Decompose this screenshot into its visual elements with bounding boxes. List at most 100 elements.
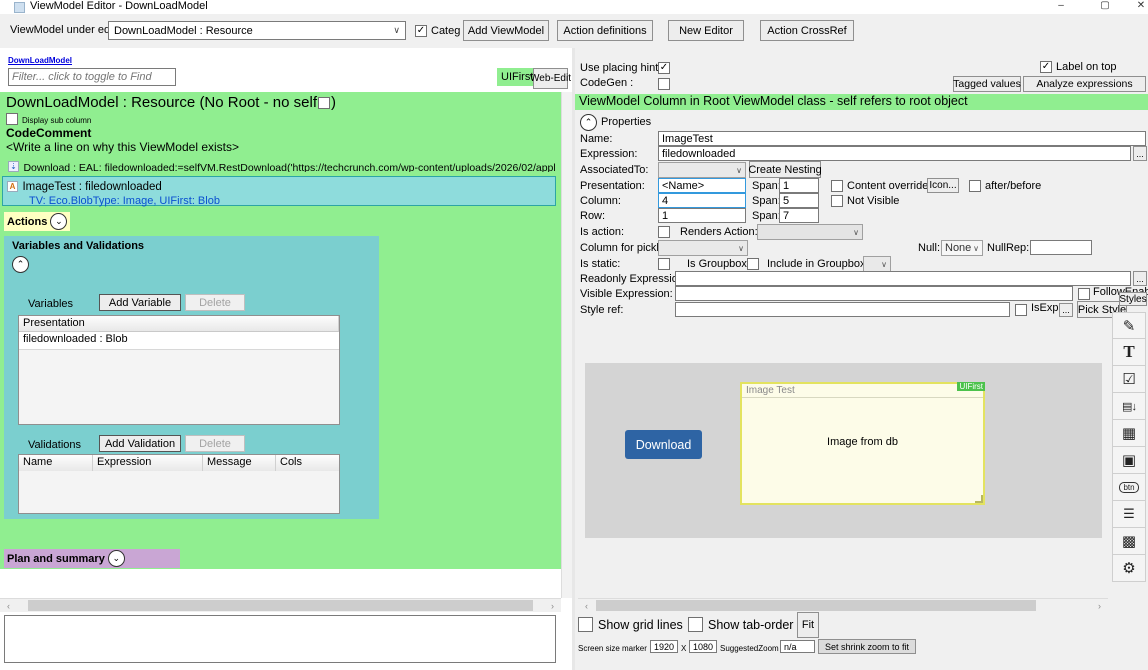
not-visible-checkbox[interactable] bbox=[831, 195, 843, 207]
use-placing-hints-checkbox[interactable] bbox=[658, 62, 670, 74]
dropdown-icon[interactable]: ▤↓ bbox=[1112, 393, 1146, 420]
is-static-checkbox[interactable] bbox=[658, 258, 670, 270]
download-button-preview[interactable]: Download bbox=[625, 430, 702, 459]
readonly-ellipsis-button[interactable]: ... bbox=[1133, 271, 1147, 286]
expression-ellipsis-button[interactable]: ... bbox=[1133, 146, 1147, 161]
include-in-groupbox-combo[interactable]: ∨ bbox=[863, 256, 891, 272]
button-icon[interactable]: btn bbox=[1112, 474, 1146, 501]
style-ellipsis-button[interactable]: ... bbox=[1059, 303, 1073, 317]
plan-collapse-icon[interactable]: ⌄ bbox=[108, 550, 125, 567]
chevron-down-icon: ∨ bbox=[853, 228, 859, 237]
row-input[interactable] bbox=[658, 208, 746, 223]
expression-input[interactable] bbox=[658, 146, 1131, 161]
create-nesting-button[interactable]: Create Nesting bbox=[749, 161, 821, 178]
delete-validation-button[interactable]: Delete bbox=[185, 435, 245, 452]
set-shrink-zoom-button[interactable]: Set shrink zoom to fit bbox=[818, 639, 916, 654]
cube-icon[interactable]: ▩ bbox=[1112, 528, 1146, 555]
variables-list-header[interactable]: Presentation bbox=[19, 316, 339, 332]
actions-bar[interactable]: Actions ⌄ bbox=[4, 212, 70, 231]
is-groupbox-checkbox[interactable] bbox=[747, 258, 759, 270]
scroll-right-icon[interactable]: › bbox=[1093, 599, 1106, 612]
plan-summary-bar[interactable]: Plan and summary ⌄ bbox=[4, 549, 180, 568]
minimize-button[interactable]: – bbox=[1046, 0, 1076, 11]
list-icon[interactable]: ☰ bbox=[1112, 501, 1146, 528]
scroll-left-icon[interactable]: ‹ bbox=[580, 599, 593, 612]
renders-action-combo[interactable]: ∨ bbox=[757, 224, 863, 240]
validations-col-expression[interactable]: Expression bbox=[93, 455, 203, 471]
display-sub-column-checkbox[interactable] bbox=[6, 113, 18, 125]
delete-variable-button[interactable]: Delete bbox=[185, 294, 245, 311]
associatedto-combo[interactable]: ∨ bbox=[658, 162, 746, 178]
categ-checkbox[interactable] bbox=[415, 25, 427, 37]
column-for-picklist-combo[interactable]: ∨ bbox=[658, 240, 748, 256]
close-button[interactable]: ✕ bbox=[1126, 0, 1148, 11]
left-horizontal-scrollbar[interactable]: ‹ › bbox=[0, 598, 561, 612]
validations-col-cols[interactable]: Cols bbox=[276, 455, 339, 471]
webedit-button[interactable]: Web-Edit bbox=[533, 68, 568, 89]
viewmodel-combo[interactable]: DownLoadModel : Resource ∨ bbox=[108, 21, 406, 40]
tree-row-download[interactable]: ⇣ Download : EAL: filedownloaded:=selfVM… bbox=[8, 158, 556, 172]
screen-width-input[interactable] bbox=[650, 640, 678, 653]
followenable-checkbox[interactable] bbox=[1078, 288, 1090, 300]
action-crossref-button[interactable]: Action CrossRef bbox=[760, 20, 854, 41]
checkbox-icon[interactable]: ☑ bbox=[1112, 366, 1146, 393]
add-variable-button[interactable]: Add Variable bbox=[99, 294, 181, 311]
suggested-zoom-input[interactable] bbox=[780, 640, 815, 653]
variables-list[interactable]: Presentation filedownloaded : Blob bbox=[18, 315, 340, 425]
fit-button[interactable]: Fit bbox=[797, 612, 819, 638]
left-vertical-scrollbar[interactable] bbox=[561, 92, 572, 598]
null-combo[interactable]: None∨ bbox=[941, 240, 983, 256]
tree-row-imagetest[interactable]: A ImageTest : filedownloaded TV: Eco.Blo… bbox=[2, 176, 556, 206]
model-link[interactable]: DownLoadModel bbox=[8, 56, 72, 65]
new-editor-button[interactable]: New Editor bbox=[668, 20, 744, 41]
edit-icon[interactable]: ✎ bbox=[1112, 312, 1146, 339]
visible-expression-input[interactable] bbox=[675, 286, 1073, 301]
window-settings-icon[interactable]: ⚙ bbox=[1112, 555, 1146, 582]
validations-table[interactable]: Name Expression Message Cols bbox=[18, 454, 340, 514]
nullrep-input[interactable] bbox=[1030, 240, 1092, 255]
image-icon[interactable]: ▣ bbox=[1112, 447, 1146, 474]
column-span-input[interactable] bbox=[779, 193, 819, 208]
actions-collapse-icon[interactable]: ⌄ bbox=[50, 213, 67, 230]
text-icon[interactable]: T bbox=[1112, 339, 1146, 366]
presentation-input[interactable] bbox=[658, 178, 746, 193]
screen-height-input[interactable] bbox=[689, 640, 717, 653]
varval-collapse-icon[interactable]: ⌃ bbox=[12, 256, 29, 273]
tagged-values-button[interactable]: Tagged values bbox=[953, 76, 1021, 92]
codecomment-hint[interactable]: <Write a line on why this ViewModel exis… bbox=[6, 140, 239, 154]
icon-button[interactable]: Icon... bbox=[927, 178, 959, 193]
is-action-checkbox[interactable] bbox=[658, 226, 670, 238]
column-input[interactable] bbox=[658, 193, 746, 208]
filter-input[interactable] bbox=[8, 68, 176, 86]
scroll-left-icon[interactable]: ‹ bbox=[2, 599, 15, 612]
scroll-right-icon[interactable]: › bbox=[546, 599, 559, 612]
validations-col-name[interactable]: Name bbox=[19, 455, 93, 471]
action-definitions-button[interactable]: Action definitions bbox=[557, 20, 653, 41]
style-ref-input[interactable] bbox=[675, 302, 1010, 317]
maximize-button[interactable]: ▢ bbox=[1090, 0, 1120, 11]
row-span-input[interactable] bbox=[779, 208, 819, 223]
no-self-checkbox[interactable] bbox=[318, 97, 330, 109]
analyze-expressions-button[interactable]: Analyze expressions bbox=[1023, 76, 1146, 92]
add-viewmodel-button[interactable]: Add ViewModel bbox=[463, 20, 549, 41]
isexp-checkbox[interactable] bbox=[1015, 304, 1027, 316]
codegen-checkbox[interactable] bbox=[658, 78, 670, 90]
label-on-top-checkbox[interactable] bbox=[1040, 61, 1052, 73]
variables-list-row[interactable]: filedownloaded : Blob bbox=[19, 332, 339, 350]
show-grid-lines-checkbox[interactable] bbox=[578, 617, 593, 632]
readonly-expression-input[interactable] bbox=[675, 271, 1131, 286]
validations-col-message[interactable]: Message bbox=[203, 455, 276, 471]
imagetest-preview-panel[interactable]: Image Test Image from db UIFirst bbox=[740, 382, 985, 505]
add-validation-button[interactable]: Add Validation bbox=[99, 435, 181, 452]
preview-horizontal-scrollbar[interactable]: ‹ › bbox=[578, 598, 1108, 612]
left-bottom-textbox[interactable] bbox=[4, 615, 556, 663]
resize-handle[interactable] bbox=[975, 495, 983, 503]
show-tab-order-checkbox[interactable] bbox=[688, 617, 703, 632]
styles-button[interactable]: Styles bbox=[1119, 292, 1147, 306]
after-before-checkbox[interactable] bbox=[969, 180, 981, 192]
name-input[interactable] bbox=[658, 131, 1146, 146]
content-override-checkbox[interactable] bbox=[831, 180, 843, 192]
properties-collapse-icon[interactable]: ⌃ bbox=[580, 114, 597, 131]
presentation-span-input[interactable] bbox=[779, 178, 819, 193]
calendar-icon[interactable]: ▦ bbox=[1112, 420, 1146, 447]
